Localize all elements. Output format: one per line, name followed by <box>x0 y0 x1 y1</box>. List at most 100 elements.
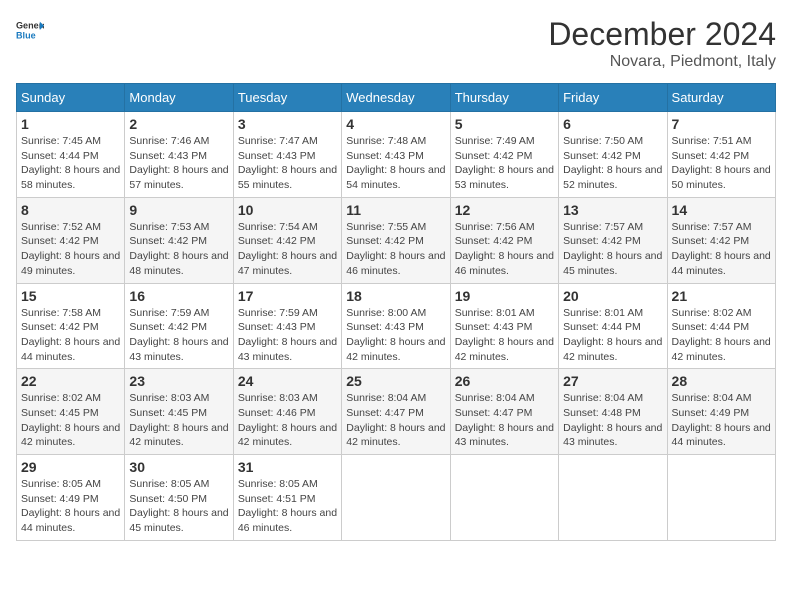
calendar-week-row: 8Sunrise: 7:52 AMSunset: 4:42 PMDaylight… <box>17 197 776 283</box>
calendar-cell: 22 Sunrise: 8:02 AMSunset: 4:45 PMDayligh… <box>17 369 125 455</box>
day-info: Sunrise: 7:56 AMSunset: 4:42 PMDaylight:… <box>455 220 554 279</box>
day-number: 28 <box>672 373 771 389</box>
day-number: 16 <box>129 288 228 304</box>
day-number: 4 <box>346 116 445 132</box>
day-number: 23 <box>129 373 228 389</box>
day-info: Sunrise: 7:59 AMSunset: 4:43 PMDaylight:… <box>238 306 337 365</box>
day-number: 12 <box>455 202 554 218</box>
calendar-cell: 18 Sunrise: 8:00 AMSunset: 4:43 PMDayligh… <box>342 283 450 369</box>
calendar-cell: 31 Sunrise: 8:05 AMSunset: 4:51 PMDayligh… <box>233 455 341 541</box>
day-number: 15 <box>21 288 120 304</box>
day-info: Sunrise: 7:53 AMSunset: 4:42 PMDaylight:… <box>129 220 228 279</box>
day-info: Sunrise: 7:57 AMSunset: 4:42 PMDaylight:… <box>672 220 771 279</box>
day-number: 6 <box>563 116 662 132</box>
calendar-cell <box>667 455 775 541</box>
day-number: 7 <box>672 116 771 132</box>
day-info: Sunrise: 8:04 AMSunset: 4:47 PMDaylight:… <box>346 391 445 450</box>
calendar-cell: 9 Sunrise: 7:53 AMSunset: 4:42 PMDaylight… <box>125 197 233 283</box>
day-number: 18 <box>346 288 445 304</box>
calendar-cell: 10Sunrise: 7:54 AMSunset: 4:42 PMDayligh… <box>233 197 341 283</box>
calendar-header-row: SundayMondayTuesdayWednesdayThursdayFrid… <box>17 84 776 112</box>
calendar-cell: 27Sunrise: 8:04 AMSunset: 4:48 PMDayligh… <box>559 369 667 455</box>
day-number: 3 <box>238 116 337 132</box>
calendar-cell: 4 Sunrise: 7:48 AMSunset: 4:43 PMDaylight… <box>342 112 450 198</box>
calendar-cell: 28 Sunrise: 8:04 AMSunset: 4:49 PMDayligh… <box>667 369 775 455</box>
day-number: 21 <box>672 288 771 304</box>
calendar-cell: 6 Sunrise: 7:50 AMSunset: 4:42 PMDaylight… <box>559 112 667 198</box>
calendar-cell: 11 Sunrise: 7:55 AMSunset: 4:42 PMDayligh… <box>342 197 450 283</box>
calendar-cell <box>450 455 558 541</box>
day-info: Sunrise: 8:05 AMSunset: 4:51 PMDaylight:… <box>238 477 337 536</box>
day-number: 5 <box>455 116 554 132</box>
day-info: Sunrise: 8:01 AMSunset: 4:44 PMDaylight:… <box>563 306 662 365</box>
day-info: Sunrise: 7:50 AMSunset: 4:42 PMDaylight:… <box>563 134 662 193</box>
logo: General Blue <box>16 16 44 44</box>
day-info: Sunrise: 8:05 AMSunset: 4:49 PMDaylight:… <box>21 477 120 536</box>
day-number: 14 <box>672 202 771 218</box>
calendar-day-header: Sunday <box>17 84 125 112</box>
day-info: Sunrise: 8:03 AMSunset: 4:45 PMDaylight:… <box>129 391 228 450</box>
calendar-cell: 5 Sunrise: 7:49 AMSunset: 4:42 PMDaylight… <box>450 112 558 198</box>
calendar-cell: 29Sunrise: 8:05 AMSunset: 4:49 PMDayligh… <box>17 455 125 541</box>
calendar-cell: 21 Sunrise: 8:02 AMSunset: 4:44 PMDayligh… <box>667 283 775 369</box>
day-number: 9 <box>129 202 228 218</box>
page-header: General Blue December 2024 Novara, Piedm… <box>16 16 776 71</box>
svg-text:Blue: Blue <box>16 30 36 40</box>
calendar-cell: 23 Sunrise: 8:03 AMSunset: 4:45 PMDayligh… <box>125 369 233 455</box>
day-info: Sunrise: 7:57 AMSunset: 4:42 PMDaylight:… <box>563 220 662 279</box>
day-info: Sunrise: 8:05 AMSunset: 4:50 PMDaylight:… <box>129 477 228 536</box>
title-section: December 2024 Novara, Piedmont, Italy <box>548 16 776 71</box>
day-info: Sunrise: 7:59 AMSunset: 4:42 PMDaylight:… <box>129 306 228 365</box>
calendar-cell: 20 Sunrise: 8:01 AMSunset: 4:44 PMDayligh… <box>559 283 667 369</box>
day-number: 8 <box>21 202 120 218</box>
day-number: 11 <box>346 202 445 218</box>
calendar-day-header: Thursday <box>450 84 558 112</box>
calendar-cell: 3Sunrise: 7:47 AMSunset: 4:43 PMDaylight… <box>233 112 341 198</box>
day-info: Sunrise: 8:04 AMSunset: 4:47 PMDaylight:… <box>455 391 554 450</box>
calendar-cell: 30 Sunrise: 8:05 AMSunset: 4:50 PMDayligh… <box>125 455 233 541</box>
calendar-cell: 12 Sunrise: 7:56 AMSunset: 4:42 PMDayligh… <box>450 197 558 283</box>
day-number: 17 <box>238 288 337 304</box>
calendar-day-header: Monday <box>125 84 233 112</box>
calendar-cell: 2 Sunrise: 7:46 AMSunset: 4:43 PMDaylight… <box>125 112 233 198</box>
calendar-cell: 14 Sunrise: 7:57 AMSunset: 4:42 PMDayligh… <box>667 197 775 283</box>
day-info: Sunrise: 7:55 AMSunset: 4:42 PMDaylight:… <box>346 220 445 279</box>
day-number: 1 <box>21 116 120 132</box>
calendar-cell: 17 Sunrise: 7:59 AMSunset: 4:43 PMDayligh… <box>233 283 341 369</box>
day-number: 20 <box>563 288 662 304</box>
calendar-cell: 13 Sunrise: 7:57 AMSunset: 4:42 PMDayligh… <box>559 197 667 283</box>
day-number: 13 <box>563 202 662 218</box>
calendar-cell <box>342 455 450 541</box>
calendar-day-header: Tuesday <box>233 84 341 112</box>
calendar-cell: 25Sunrise: 8:04 AMSunset: 4:47 PMDayligh… <box>342 369 450 455</box>
calendar-cell: 16 Sunrise: 7:59 AMSunset: 4:42 PMDayligh… <box>125 283 233 369</box>
day-number: 31 <box>238 459 337 475</box>
logo-icon: General Blue <box>16 16 44 44</box>
day-number: 10 <box>238 202 337 218</box>
calendar-day-header: Wednesday <box>342 84 450 112</box>
calendar-week-row: 29Sunrise: 8:05 AMSunset: 4:49 PMDayligh… <box>17 455 776 541</box>
calendar-cell: 24 Sunrise: 8:03 AMSunset: 4:46 PMDayligh… <box>233 369 341 455</box>
day-info: Sunrise: 8:04 AMSunset: 4:49 PMDaylight:… <box>672 391 771 450</box>
calendar-day-header: Saturday <box>667 84 775 112</box>
day-info: Sunrise: 8:03 AMSunset: 4:46 PMDaylight:… <box>238 391 337 450</box>
day-info: Sunrise: 7:49 AMSunset: 4:42 PMDaylight:… <box>455 134 554 193</box>
day-info: Sunrise: 7:48 AMSunset: 4:43 PMDaylight:… <box>346 134 445 193</box>
calendar-week-row: 15Sunrise: 7:58 AMSunset: 4:42 PMDayligh… <box>17 283 776 369</box>
day-info: Sunrise: 8:02 AMSunset: 4:45 PMDaylight:… <box>21 391 120 450</box>
month-title: December 2024 <box>548 16 776 53</box>
calendar-cell <box>559 455 667 541</box>
day-info: Sunrise: 7:46 AMSunset: 4:43 PMDaylight:… <box>129 134 228 193</box>
day-info: Sunrise: 7:45 AMSunset: 4:44 PMDaylight:… <box>21 134 120 193</box>
day-number: 22 <box>21 373 120 389</box>
calendar-table: SundayMondayTuesdayWednesdayThursdayFrid… <box>16 83 776 541</box>
day-number: 2 <box>129 116 228 132</box>
calendar-cell: 7Sunrise: 7:51 AMSunset: 4:42 PMDaylight… <box>667 112 775 198</box>
calendar-week-row: 1 Sunrise: 7:45 AMSunset: 4:44 PMDaylight… <box>17 112 776 198</box>
day-number: 30 <box>129 459 228 475</box>
day-number: 27 <box>563 373 662 389</box>
day-number: 24 <box>238 373 337 389</box>
day-info: Sunrise: 8:00 AMSunset: 4:43 PMDaylight:… <box>346 306 445 365</box>
calendar-cell: 1 Sunrise: 7:45 AMSunset: 4:44 PMDaylight… <box>17 112 125 198</box>
day-info: Sunrise: 8:02 AMSunset: 4:44 PMDaylight:… <box>672 306 771 365</box>
